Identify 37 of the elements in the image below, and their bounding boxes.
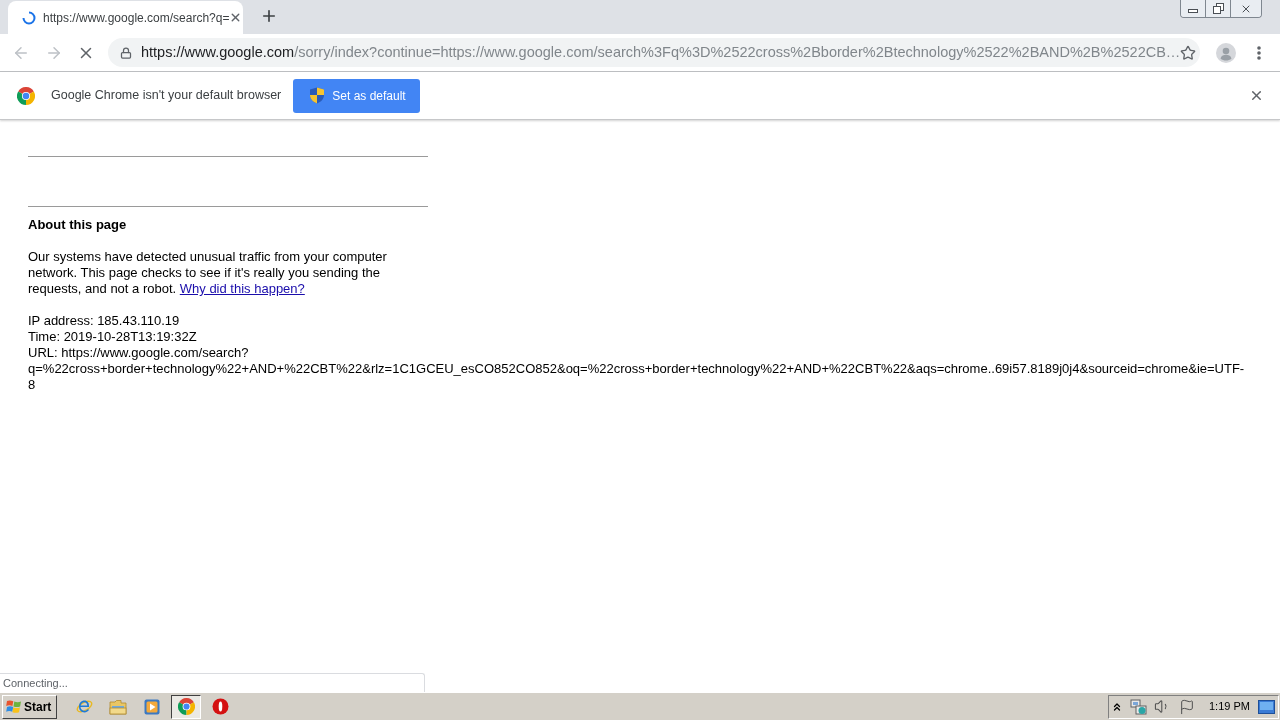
play-icon [144,698,161,715]
shield-icon [309,87,326,104]
restore-icon [1212,3,1224,14]
why-link[interactable]: Why did this happen? [179,281,305,296]
taskbar-app-button[interactable] [171,694,202,719]
status-bubble: Connecting... [0,673,425,692]
notice-paragraph: Our systems have detected unusual traffic from your computer network. This page checks to see if it's really you sending the requests, and not a robot. Why did this happen? [28,249,388,297]
star-icon [1180,44,1197,61]
circle-logo-icon [211,698,229,715]
network-icon[interactable] [1130,698,1148,715]
folder-icon [109,698,128,715]
start-button[interactable]: Start [2,694,58,719]
browser-logo-icon [17,86,35,105]
address-bar[interactable]: https://www.google.com/sorry/index?continue=https://www.google.com/search%3Fq%3D%2522cross%2Bborder%2Btechnology%2522%2BAND%2B%2522CB… [108,38,1200,67]
flag-icon[interactable] [1179,698,1195,715]
clock-text[interactable]: 1:19 PM [1209,698,1250,715]
set-default-button[interactable]: Set as default [293,78,421,113]
browser-tab[interactable]: https://www.google.com/search?q= [8,1,243,34]
browser-e-icon [75,698,93,715]
timestamp-text: Time: 2019-10-28T13:19:32Z [28,329,198,345]
url-text: URL: https://www.google.com/search?q=%22cross+border+technology%22+AND+%22CBT%22&rlz=1C1GCEU_esCO852CO852&oq=%22cross+border+technology%22+AND+%22CBT%22&aqs=chrome..69i57.8189j0j4&sourceid=chrome&ie=UTF-8 [28,345,1246,393]
plus-icon [260,7,278,25]
profile-button[interactable] [1214,40,1238,65]
minimize-icon [1188,9,1198,13]
url-text: https://www.google.com/sorry/index?continue=https://www.google.com/search%3Fq%3D%2522cross%2Bborder%2Btechnology%2522%2BAND%2B%2522CB… [141,42,1181,62]
infobar-message: Google Chrome isn't your default browser [51,87,282,105]
avatar-icon [1216,42,1236,63]
restore-button[interactable] [1206,0,1231,17]
windows-flag-icon [6,699,22,714]
minimize-button[interactable] [1181,0,1206,17]
close-window-button[interactable] [1231,0,1261,17]
section-heading: About this page [28,217,127,233]
browser-logo-icon [177,698,195,715]
lock-icon [120,46,132,59]
show-desktop-icon[interactable] [1258,699,1275,714]
menu-icon [1257,45,1261,60]
ip-address-text: IP address: 185.43.110.19 [28,313,181,329]
